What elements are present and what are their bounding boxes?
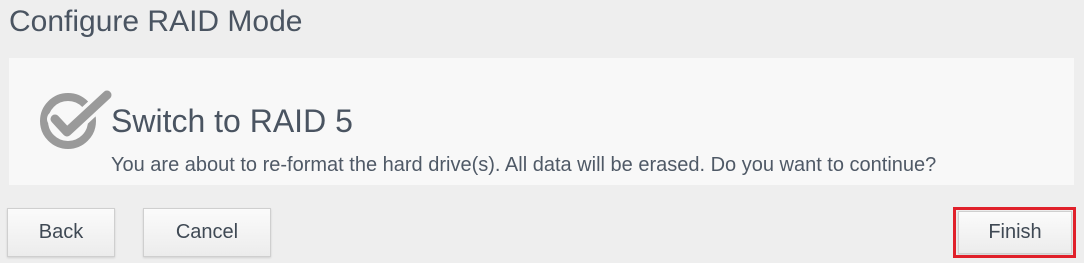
cancel-button[interactable]: Cancel bbox=[143, 208, 271, 257]
warning-message: You are about to re-format the hard driv… bbox=[111, 154, 937, 176]
finish-button[interactable]: Finish bbox=[958, 211, 1072, 254]
back-button[interactable]: Back bbox=[7, 208, 115, 257]
dialog-heading: Switch to RAID 5 bbox=[111, 103, 353, 139]
page-title: Configure RAID Mode bbox=[9, 5, 303, 38]
checkmark-icon bbox=[40, 87, 112, 149]
